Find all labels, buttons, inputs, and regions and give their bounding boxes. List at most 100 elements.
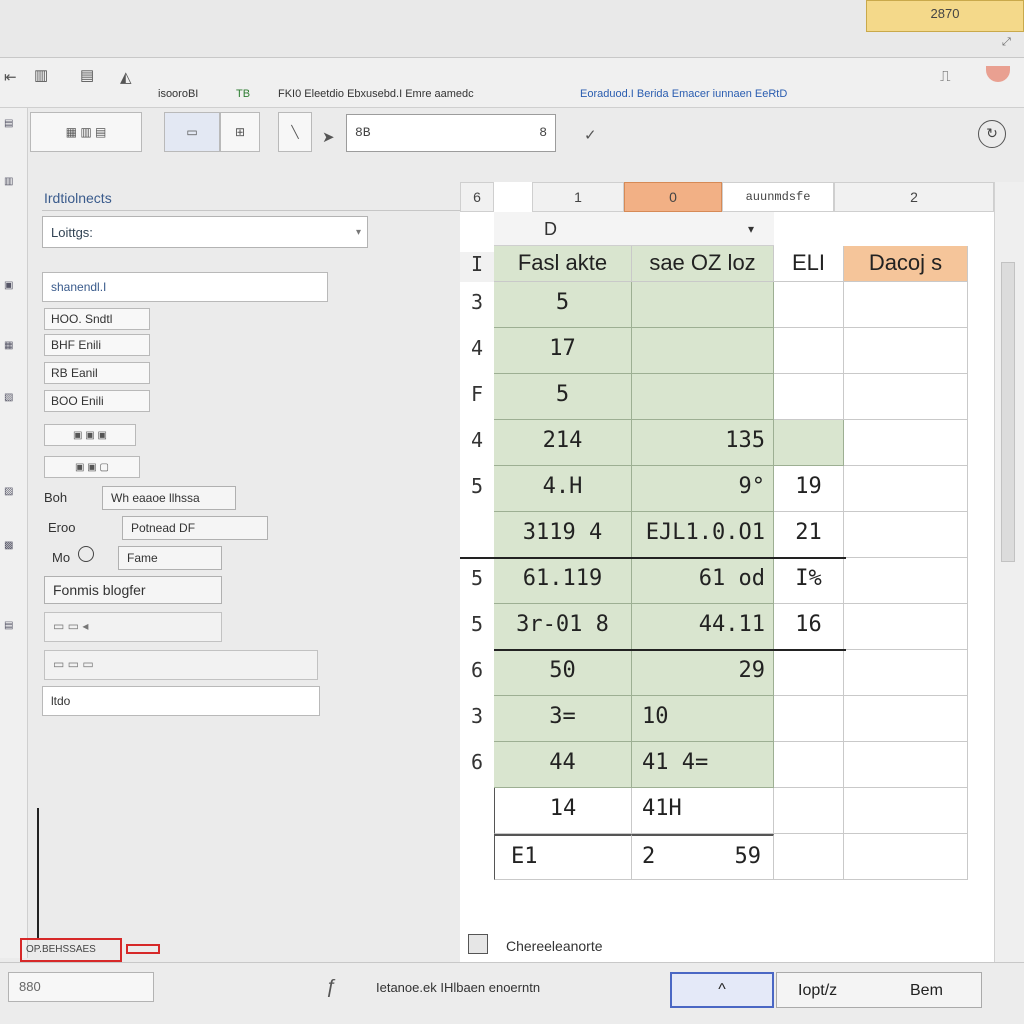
table-cell[interactable]: 4.H bbox=[494, 466, 632, 512]
pane-grey-field-2[interactable]: ▭ ▭ ▭ bbox=[44, 650, 318, 680]
table-cell[interactable]: 44.11 bbox=[632, 604, 774, 650]
pane-search-input[interactable]: Loittgs: ▾ bbox=[42, 216, 368, 248]
pane-swatch-2[interactable]: ▣ ▣ ▢ bbox=[44, 456, 140, 478]
column-icon[interactable]: ▥ bbox=[34, 66, 48, 84]
row-header[interactable]: 3 bbox=[460, 704, 494, 734]
table-cell[interactable]: 17 bbox=[494, 328, 632, 374]
table-cell[interactable]: 9° bbox=[632, 466, 774, 512]
pane-bottom-field[interactable]: ltdo bbox=[42, 686, 320, 716]
name-box-input[interactable]: 8B 8 bbox=[346, 114, 556, 152]
table-cell[interactable] bbox=[844, 420, 968, 466]
title-tag[interactable]: 2870 bbox=[866, 0, 1024, 32]
table-cell[interactable]: 16 bbox=[774, 604, 844, 650]
header-cell[interactable]: ELI bbox=[774, 246, 844, 282]
vertical-scrollbar[interactable] bbox=[994, 182, 1024, 962]
scroll-up-button[interactable]: ^ bbox=[670, 972, 774, 1008]
header-cell[interactable]: Dacoj s bbox=[844, 246, 968, 282]
table-cell[interactable]: 5 bbox=[494, 282, 632, 328]
ribbon-item-4[interactable]: Eoraduod.I Berida Emacer iunnaen EeRtD bbox=[580, 88, 787, 100]
table-cell[interactable] bbox=[774, 650, 844, 696]
column-header-2[interactable]: 0 bbox=[624, 182, 722, 212]
pane-label-2-field[interactable]: Potnead DF bbox=[122, 516, 268, 540]
strip-icon-7[interactable]: ▩ bbox=[4, 540, 24, 554]
table-cell[interactable]: 5 bbox=[494, 374, 632, 420]
table-cell[interactable]: 61.119 bbox=[494, 558, 632, 604]
scroll-thumb[interactable] bbox=[1001, 262, 1015, 562]
table-cell[interactable] bbox=[632, 374, 774, 420]
strip-icon-2[interactable]: ▥ bbox=[4, 176, 24, 190]
pointer-icon[interactable]: ➤ bbox=[322, 128, 335, 146]
red-marker-label[interactable]: OP.BEHSSAES bbox=[20, 938, 122, 962]
table-cell[interactable] bbox=[844, 834, 968, 880]
table-cell[interactable] bbox=[774, 420, 844, 466]
pane-field-main[interactable]: shanendl.I bbox=[42, 272, 328, 302]
strip-icon-5[interactable]: ▧ bbox=[4, 392, 24, 406]
table-cell[interactable]: E1 bbox=[494, 834, 632, 880]
table-cell[interactable]: 41 4= bbox=[632, 742, 774, 788]
chevron-down-icon[interactable]: ▾ bbox=[356, 227, 361, 238]
table-cell[interactable] bbox=[774, 834, 844, 880]
pane-section-title[interactable]: Fonmis blogfer bbox=[44, 576, 222, 604]
row-header[interactable]: 5 bbox=[460, 474, 494, 504]
table-cell[interactable] bbox=[774, 374, 844, 420]
tool-pen-button[interactable]: ╲ bbox=[278, 112, 312, 152]
table-cell[interactable] bbox=[844, 466, 968, 512]
sheet-tab-icon[interactable] bbox=[468, 934, 488, 954]
table-cell[interactable]: 44 bbox=[494, 742, 632, 788]
status-button-left[interactable]: Iopt/z bbox=[798, 982, 837, 1000]
table-cell[interactable] bbox=[774, 788, 844, 834]
table-icon[interactable]: ▤ bbox=[80, 66, 94, 84]
table-cell[interactable] bbox=[774, 282, 844, 328]
table-cell[interactable] bbox=[844, 512, 968, 558]
strip-icon-8[interactable]: ▤ bbox=[4, 620, 24, 634]
strip-icon-6[interactable]: ▨ bbox=[4, 486, 24, 500]
radio-icon[interactable] bbox=[78, 546, 94, 562]
table-cell[interactable] bbox=[844, 604, 968, 650]
table-cell[interactable]: 41H bbox=[632, 788, 774, 834]
tool-matrix-button[interactable]: ⊞ bbox=[220, 112, 260, 152]
table-cell[interactable] bbox=[774, 742, 844, 788]
pane-option-4[interactable]: BOO Enili bbox=[44, 390, 150, 412]
table-cell[interactable]: 3= bbox=[494, 696, 632, 742]
undo-icon[interactable]: ⇤ bbox=[4, 68, 17, 86]
refresh-icon[interactable]: ↻ bbox=[978, 120, 1006, 148]
row-header[interactable]: 4 bbox=[460, 428, 494, 458]
table-cell[interactable]: EJL1.0.O1 bbox=[632, 512, 774, 558]
ribbon-item-1[interactable]: isooroBI bbox=[158, 88, 198, 100]
table-cell[interactable] bbox=[774, 328, 844, 374]
table-cell[interactable] bbox=[632, 282, 774, 328]
column-header-4[interactable]: 2 bbox=[834, 182, 994, 212]
sub-header-sort-icon[interactable]: ▾ bbox=[748, 212, 774, 246]
strip-icon-3[interactable]: ▣ bbox=[4, 280, 24, 294]
pin-icon[interactable]: ⎍ bbox=[940, 68, 951, 85]
row-header[interactable]: I bbox=[460, 252, 494, 282]
ribbon-item-3[interactable]: FKI0 Eleetdio Ebxusebd.I Emre aamedc bbox=[278, 88, 474, 100]
table-cell[interactable] bbox=[844, 282, 968, 328]
sheet-tab-label[interactable]: Chereeleanorte bbox=[506, 938, 603, 954]
pane-swatch-1[interactable]: ▣ ▣ ▣ bbox=[44, 424, 136, 446]
table-cell[interactable] bbox=[632, 328, 774, 374]
pane-label-3-field[interactable]: Fame bbox=[118, 546, 222, 570]
row-header[interactable]: 4 bbox=[460, 336, 494, 366]
table-cell[interactable] bbox=[844, 328, 968, 374]
row-header[interactable] bbox=[460, 796, 494, 826]
table-cell[interactable]: 2 59 bbox=[632, 834, 774, 880]
tool-image-button[interactable]: ▭ bbox=[164, 112, 220, 152]
pane-option-3[interactable]: RB Eanil bbox=[44, 362, 150, 384]
red-marker-small[interactable] bbox=[126, 944, 160, 954]
pane-option-1[interactable]: HOO. Sndtl bbox=[44, 308, 150, 330]
triangle-icon[interactable]: ◭ bbox=[120, 68, 132, 86]
column-header-3[interactable]: auunmdsfe bbox=[722, 182, 834, 212]
row-header[interactable]: 6 bbox=[460, 750, 494, 780]
table-cell[interactable] bbox=[844, 742, 968, 788]
row-header[interactable] bbox=[460, 842, 494, 872]
row-header[interactable] bbox=[460, 520, 494, 550]
table-cell[interactable] bbox=[844, 650, 968, 696]
table-cell[interactable] bbox=[844, 696, 968, 742]
table-cell[interactable]: 3119 4 bbox=[494, 512, 632, 558]
pane-grey-field-1[interactable]: ▭ ▭ ◂ bbox=[44, 612, 222, 642]
table-cell[interactable]: 29 bbox=[632, 650, 774, 696]
table-cell[interactable]: 21 bbox=[774, 512, 844, 558]
row-header[interactable]: 5 bbox=[460, 566, 494, 596]
tool-grid-button[interactable]: ▦ ▥ ▤ bbox=[30, 112, 142, 152]
